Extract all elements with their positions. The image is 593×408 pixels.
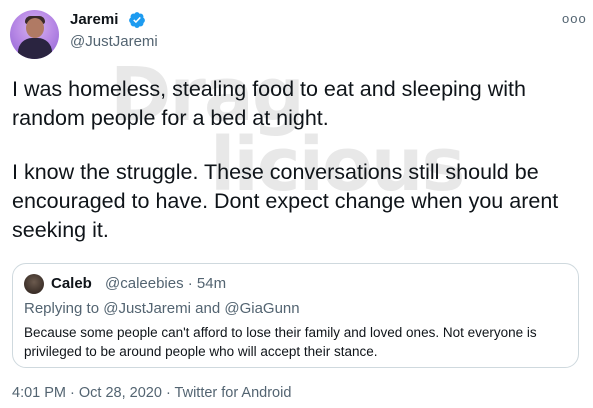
replying-to-label: Replying to [24,300,100,317]
tweet-body: I was homeless, stealing food to eat and… [12,75,582,245]
reply-mention-link[interactable]: @JustJaremi [103,300,191,317]
replying-to-line: Replying to @JustJaremi and @GiaGunn [24,300,300,317]
avatar-body [18,38,52,59]
quoted-author-handle[interactable]: @caleebies · 54m [105,275,226,292]
reply-mention-link[interactable]: @GiaGunn [224,300,299,317]
tweet-paragraph: I know the struggle. These conversations… [12,160,559,242]
tweet-paragraph: I was homeless, stealing food to eat and… [12,77,526,130]
tweet-card: Jaremi @JustJaremi ooo Drag licious I wa… [0,0,593,408]
author-name[interactable]: Jaremi [70,11,118,28]
more-options-icon[interactable]: ooo [562,11,587,26]
tweet-timestamp[interactable]: 4:01 PM · Oct 28, 2020 · Twitter for And… [12,385,291,401]
verified-badge-icon [129,12,145,28]
quoted-author-avatar[interactable] [24,274,44,294]
quoted-author-name[interactable]: Caleb [51,275,92,292]
reply-and-label: and [195,300,221,317]
author-handle[interactable]: @JustJaremi [70,33,158,50]
quoted-tweet-text: Because some people can't afford to lose… [24,325,537,359]
quoted-tweet[interactable]: Caleb @caleebies · 54m Replying to @Just… [12,263,579,368]
author-avatar[interactable] [10,10,59,59]
avatar-face [26,18,44,38]
